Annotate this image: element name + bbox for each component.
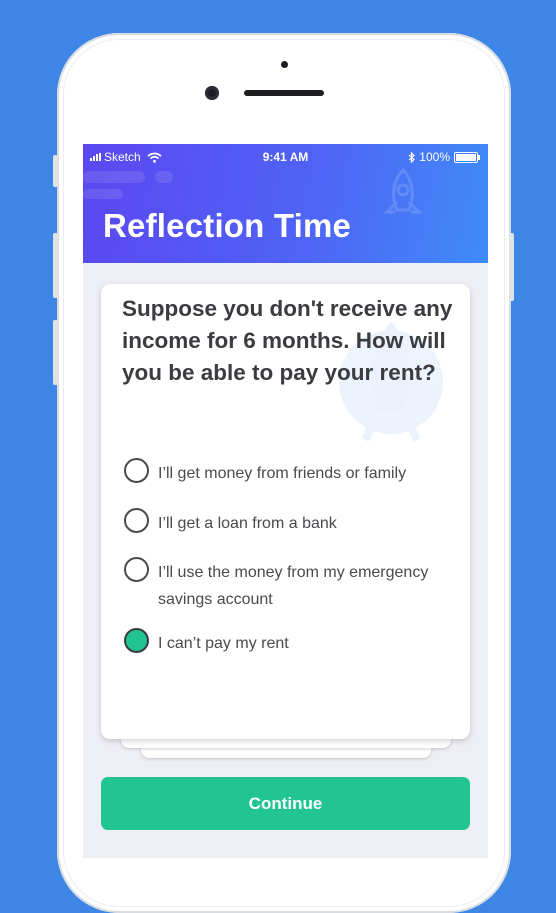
option-label: I can’t pay my rent (158, 635, 289, 652)
question-text: Suppose you don't receive any income for… (122, 296, 453, 385)
answer-option-cant-pay[interactable]: I can’t pay my rent (124, 628, 458, 657)
radio-button[interactable] (124, 557, 149, 582)
header-banner: Sketch 9:41 AM 100% Reflection Time (83, 144, 488, 263)
option-label: I’ll get a loan from a bank (158, 515, 337, 532)
battery-percentage: 100% (419, 150, 450, 164)
status-bar: Sketch 9:41 AM 100% (83, 144, 488, 170)
radio-button[interactable] (124, 458, 149, 483)
answer-option-bank-loan[interactable]: I’ll get a loan from a bank (124, 508, 458, 537)
answer-option-friends-family[interactable]: I’ll get money from friends or family (124, 458, 458, 487)
question-card: Suppose you don't receive any income for… (101, 284, 470, 739)
earpiece-speaker (244, 90, 324, 96)
volume-down-button (53, 320, 58, 385)
option-label: I’ll use the money from my emergency sav… (158, 564, 429, 608)
radio-button-selected[interactable] (124, 628, 149, 653)
rocket-icon (383, 167, 423, 214)
radio-button[interactable] (124, 508, 149, 533)
volume-up-button (53, 233, 58, 298)
power-button (509, 233, 514, 301)
app-screen: Sketch 9:41 AM 100% Reflection Time Supp… (83, 144, 488, 858)
option-label: I’ll get money from friends or family (158, 465, 407, 482)
continue-button[interactable]: Continue (101, 777, 470, 830)
battery-icon (454, 151, 480, 163)
decorative-shape (155, 171, 173, 183)
decorative-shape (83, 171, 145, 183)
front-camera-icon (205, 86, 219, 100)
page-title: Reflection Time (103, 207, 352, 244)
answer-option-emergency-savings[interactable]: I’ll use the money from my emergency sav… (124, 557, 458, 613)
mute-switch (53, 155, 58, 187)
decorative-shape (83, 189, 123, 199)
bluetooth-icon (408, 151, 416, 163)
proximity-sensor (281, 61, 288, 68)
